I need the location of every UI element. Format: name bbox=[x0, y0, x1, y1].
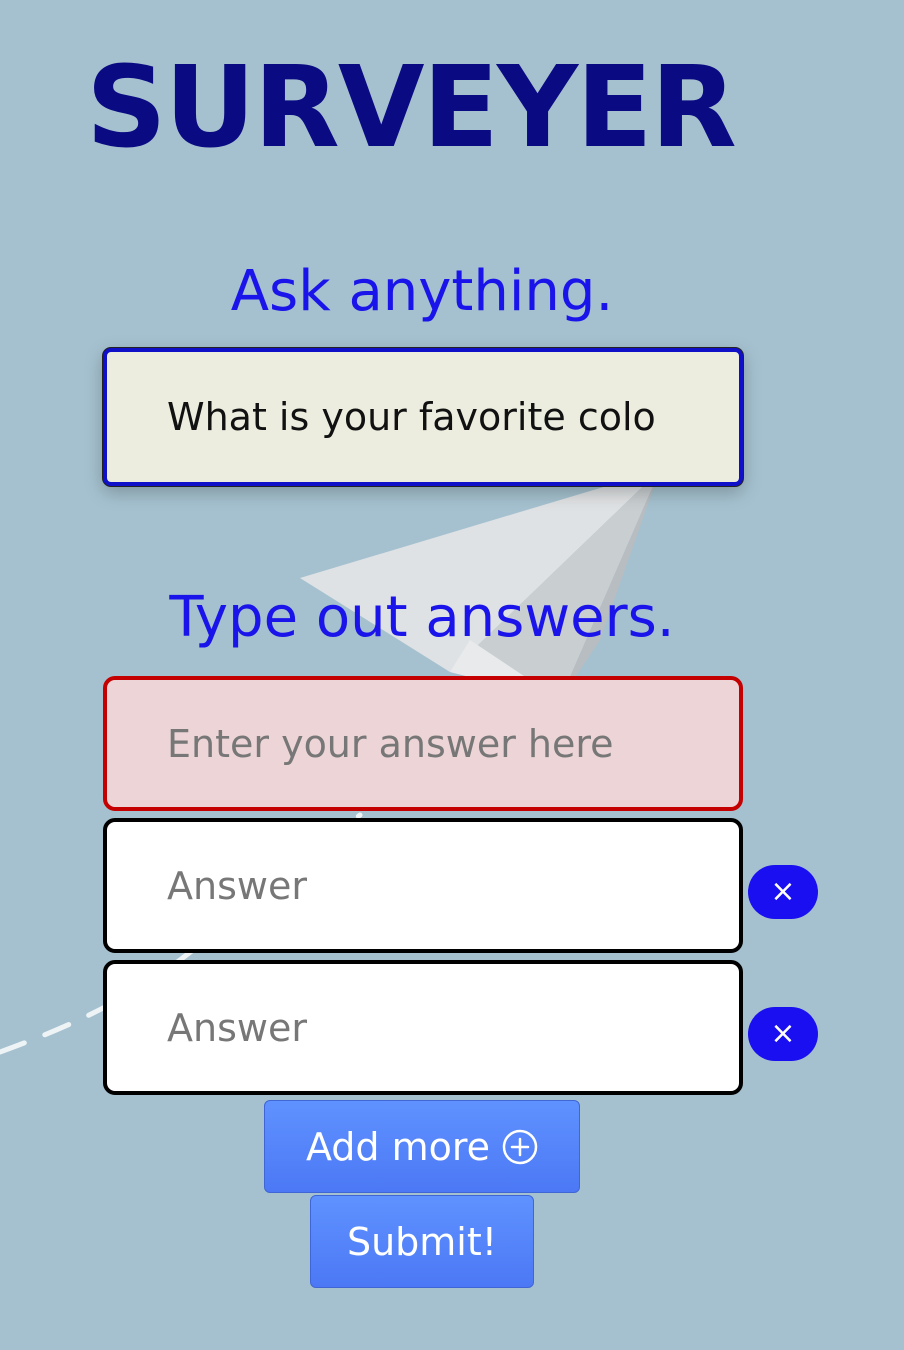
plus-circle-icon bbox=[502, 1129, 538, 1164]
question-input[interactable] bbox=[107, 352, 739, 482]
close-icon: × bbox=[770, 874, 796, 909]
answer-input-2[interactable] bbox=[107, 822, 739, 949]
add-more-button[interactable]: Add more bbox=[264, 1100, 580, 1193]
close-icon: × bbox=[770, 1016, 796, 1051]
remove-answer-button-3[interactable]: × bbox=[748, 1007, 818, 1061]
remove-answer-button-2[interactable]: × bbox=[748, 865, 818, 919]
app-title: SURVEYER bbox=[86, 43, 737, 173]
submit-button[interactable]: Submit! bbox=[310, 1195, 534, 1288]
answer-input-3[interactable] bbox=[107, 964, 739, 1091]
answer-field-1[interactable] bbox=[103, 676, 743, 811]
answer-field-3[interactable] bbox=[103, 960, 743, 1095]
add-more-label: Add more bbox=[305, 1124, 491, 1169]
answer-field-2[interactable] bbox=[103, 818, 743, 953]
answers-heading: Type out answers. bbox=[169, 585, 675, 650]
question-heading: Ask anything. bbox=[230, 259, 614, 324]
question-field[interactable] bbox=[103, 348, 743, 486]
submit-label: Submit! bbox=[346, 1219, 498, 1264]
answer-input-1[interactable] bbox=[107, 680, 739, 807]
